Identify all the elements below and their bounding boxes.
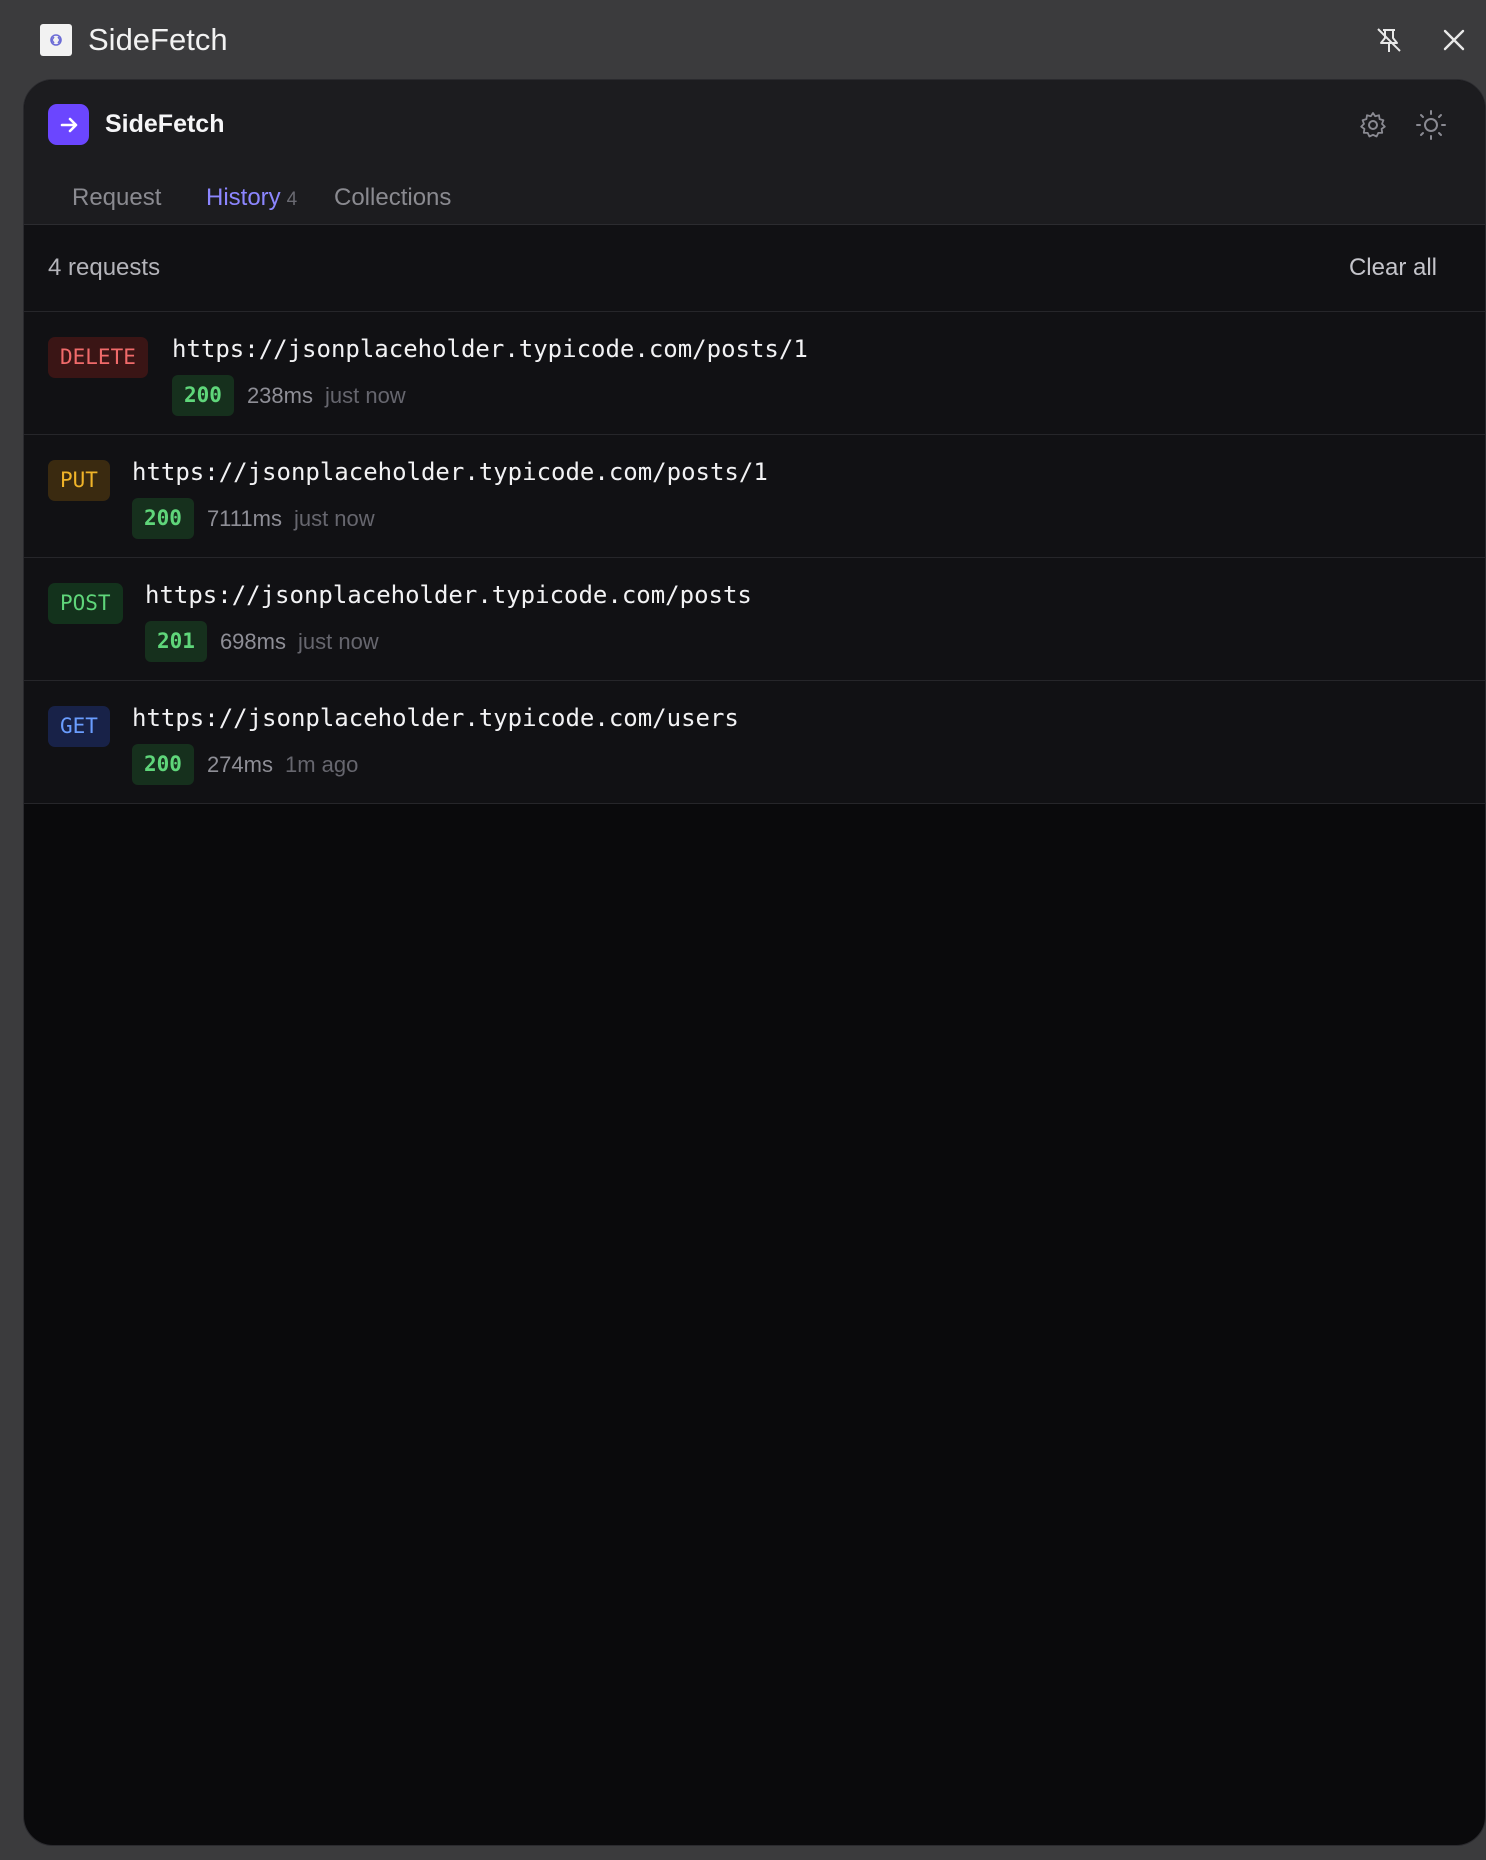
side-panel-title: SideFetch xyxy=(88,22,228,57)
status-badge: 200 xyxy=(132,498,194,539)
unpin-icon xyxy=(1377,28,1401,52)
history-toolbar: 4 requests Clear all xyxy=(24,225,1485,312)
app-header: SideFetch Request History 4 Collections xyxy=(24,80,1485,229)
status-badge: 201 xyxy=(145,621,207,662)
method-badge: PUT xyxy=(48,460,110,501)
timestamp: just now xyxy=(293,505,375,531)
timestamp: just now xyxy=(297,628,379,654)
status-badge: 200 xyxy=(132,744,194,785)
tab-collections-label: Collections xyxy=(334,184,452,211)
response-duration: 698ms xyxy=(219,628,286,654)
arrow-right-icon xyxy=(48,104,89,145)
history-item[interactable]: DELETE https://jsonplaceholder.typicode.… xyxy=(24,312,1485,435)
response-meta: 200 7111ms just now xyxy=(132,498,375,539)
history-item[interactable]: PUT https://jsonplaceholder.typicode.com… xyxy=(24,435,1485,558)
history-item[interactable]: POST https://jsonplaceholder.typicode.co… xyxy=(24,558,1485,681)
side-panel-titlebar: SideFetch xyxy=(0,0,1486,80)
sun-icon xyxy=(1416,110,1446,140)
method-badge: GET xyxy=(48,706,110,747)
browser-side-panel-window: SideFetch SideFetch Request History 4 Co… xyxy=(0,0,1486,1860)
timestamp: 1m ago xyxy=(284,751,359,777)
tab-bar: Request History 4 Collections xyxy=(24,175,1485,229)
request-url: https://jsonplaceholder.typicode.com/use… xyxy=(132,704,739,732)
request-count: 4 requests xyxy=(48,254,161,281)
tab-history-label: History xyxy=(206,184,281,211)
clear-all-button[interactable]: Clear all xyxy=(1349,251,1437,285)
history-item[interactable]: GET https://jsonplaceholder.typicode.com… xyxy=(24,681,1485,804)
response-duration: 7111ms xyxy=(206,505,282,531)
extension-puzzle-icon xyxy=(40,24,72,56)
method-badge: DELETE xyxy=(48,337,148,378)
app-name: SideFetch xyxy=(105,110,225,138)
response-meta: 201 698ms just now xyxy=(145,621,379,662)
response-duration: 238ms xyxy=(246,382,313,408)
tab-history-count: 4 xyxy=(286,189,298,210)
close-side-panel-button[interactable] xyxy=(1436,22,1472,58)
tab-request-label: Request xyxy=(72,184,162,211)
sidefetch-panel: SideFetch Request History 4 Collections … xyxy=(23,79,1486,1846)
request-url: https://jsonplaceholder.typicode.com/pos… xyxy=(145,581,752,609)
request-url: https://jsonplaceholder.typicode.com/pos… xyxy=(172,335,808,363)
settings-button[interactable] xyxy=(1355,107,1391,143)
response-meta: 200 238ms just now xyxy=(172,375,406,416)
close-icon xyxy=(1443,29,1465,51)
request-url: https://jsonplaceholder.typicode.com/pos… xyxy=(132,458,768,486)
history-list: DELETE https://jsonplaceholder.typicode.… xyxy=(24,312,1485,804)
theme-toggle-button[interactable] xyxy=(1413,107,1449,143)
gear-icon xyxy=(1360,112,1386,138)
method-badge: POST xyxy=(48,583,123,624)
timestamp: just now xyxy=(324,382,406,408)
status-badge: 200 xyxy=(172,375,234,416)
response-duration: 274ms xyxy=(206,751,273,777)
response-meta: 200 274ms 1m ago xyxy=(132,744,358,785)
unpin-button[interactable] xyxy=(1371,22,1407,58)
